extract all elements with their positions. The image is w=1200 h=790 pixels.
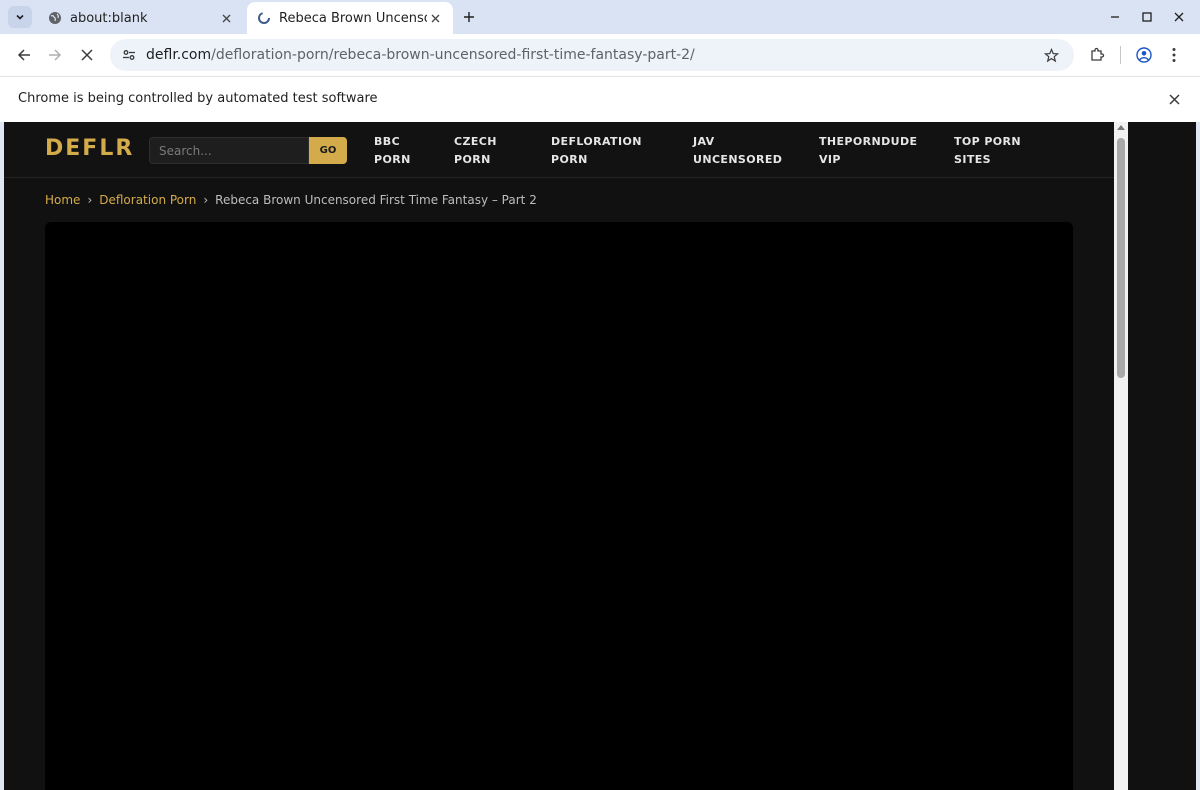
breadcrumb-home[interactable]: Home [45,193,80,207]
menu-button[interactable] [1162,43,1186,67]
breadcrumb-category[interactable]: Defloration Porn [99,193,196,207]
url-text: deflr.com/defloration-porn/rebeca-brown-… [146,47,695,63]
close-icon [81,49,93,61]
url-path: /defloration-porn/rebeca-brown-uncensore… [211,47,695,63]
breadcrumb-current: Rebeca Brown Uncensored First Time Fanta… [215,193,537,207]
new-tab-button[interactable] [458,6,480,28]
site-search: GO [149,137,347,164]
infobar-message: Chrome is being controlled by automated … [18,91,378,106]
account-icon [1136,47,1152,63]
page-viewport: DEFLR GO BBC PORN CZECH PORN DEFLORATION… [4,122,1196,790]
breadcrumb-separator: › [87,193,93,207]
chevron-down-icon [16,14,24,20]
search-go-button[interactable]: GO [309,137,347,164]
search-input[interactable] [149,137,309,164]
globe-icon [49,12,61,24]
nav-bbc-porn[interactable]: BBC PORN [374,133,411,169]
minimize-button[interactable] [1104,6,1126,28]
breadcrumb: Home › Defloration Porn › Rebeca Brown Uncen… [45,193,537,207]
forward-button[interactable] [43,43,67,67]
nav-jav-uncensored[interactable]: JAV UNCENSORED [693,133,782,169]
site-info-icon[interactable] [118,44,140,66]
stop-loading-button[interactable] [75,43,99,67]
tab-close-icon[interactable] [218,10,234,26]
arrow-right-icon [49,49,62,61]
tab-strip: about:blank Rebeca Brown Uncensore [0,0,1200,34]
close-icon [1174,12,1184,22]
puzzle-icon [1091,47,1105,61]
back-button[interactable] [12,43,36,67]
page-scrollbar[interactable] [1114,122,1128,790]
nav-top-porn-sites[interactable]: TOP PORN SITES [954,133,1021,169]
tab-title: about:blank [70,10,148,26]
browser-toolbar: deflr.com/defloration-porn/rebeca-brown-… [0,34,1200,76]
arrow-left-icon [17,49,30,61]
address-bar[interactable]: deflr.com/defloration-porn/rebeca-brown-… [110,39,1074,71]
tab-close-icon[interactable] [427,10,443,26]
url-host: deflr.com [146,47,212,63]
loading-spinner-icon [258,12,270,24]
site-header: DEFLR GO BBC PORN CZECH PORN DEFLORATION… [4,122,1114,178]
more-vertical-icon [1172,48,1176,62]
tab-about-blank[interactable]: about:blank [38,2,244,34]
site-logo[interactable]: DEFLR [45,136,134,161]
extensions-button[interactable] [1085,43,1109,67]
nav-czech-porn[interactable]: CZECH PORN [454,133,497,169]
tab-title: Rebeca Brown Uncensore [279,10,427,26]
nav-theporndude-vip[interactable]: THEPORNDUDE VIP [819,133,917,169]
toolbar-divider [1120,46,1121,64]
tab-active-page[interactable]: Rebeca Brown Uncensore [247,2,453,34]
scroll-up-arrow-icon[interactable] [1117,125,1125,130]
web-page: DEFLR GO BBC PORN CZECH PORN DEFLORATION… [4,122,1114,790]
profile-button[interactable] [1132,43,1156,67]
maximize-icon [1142,12,1152,22]
bookmark-star-icon[interactable] [1040,44,1062,66]
breadcrumb-separator: › [203,193,209,207]
video-player[interactable] [45,222,1073,790]
window-controls [1104,6,1190,28]
tab-search-button[interactable] [8,6,32,28]
infobar-close-icon[interactable] [1166,91,1182,107]
automation-infobar: Chrome is being controlled by automated … [0,76,1200,122]
nav-defloration-porn[interactable]: DEFLORATION PORN [551,133,642,169]
scrollbar-thumb[interactable] [1117,138,1125,378]
viewport-right-area [1128,122,1196,790]
maximize-button[interactable] [1136,6,1158,28]
minimize-icon [1111,16,1119,18]
browser-window: about:blank Rebeca Brown Uncensore [0,0,1200,790]
close-window-button[interactable] [1168,6,1190,28]
plus-icon [464,12,474,22]
